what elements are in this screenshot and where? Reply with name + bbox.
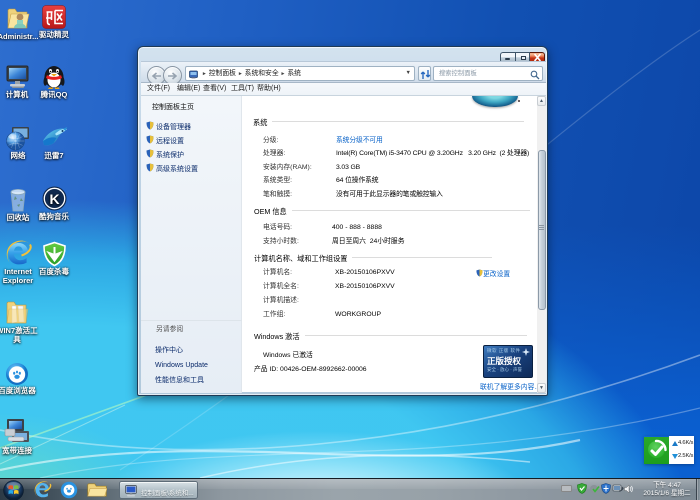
svg-text:K: K bbox=[49, 191, 59, 207]
